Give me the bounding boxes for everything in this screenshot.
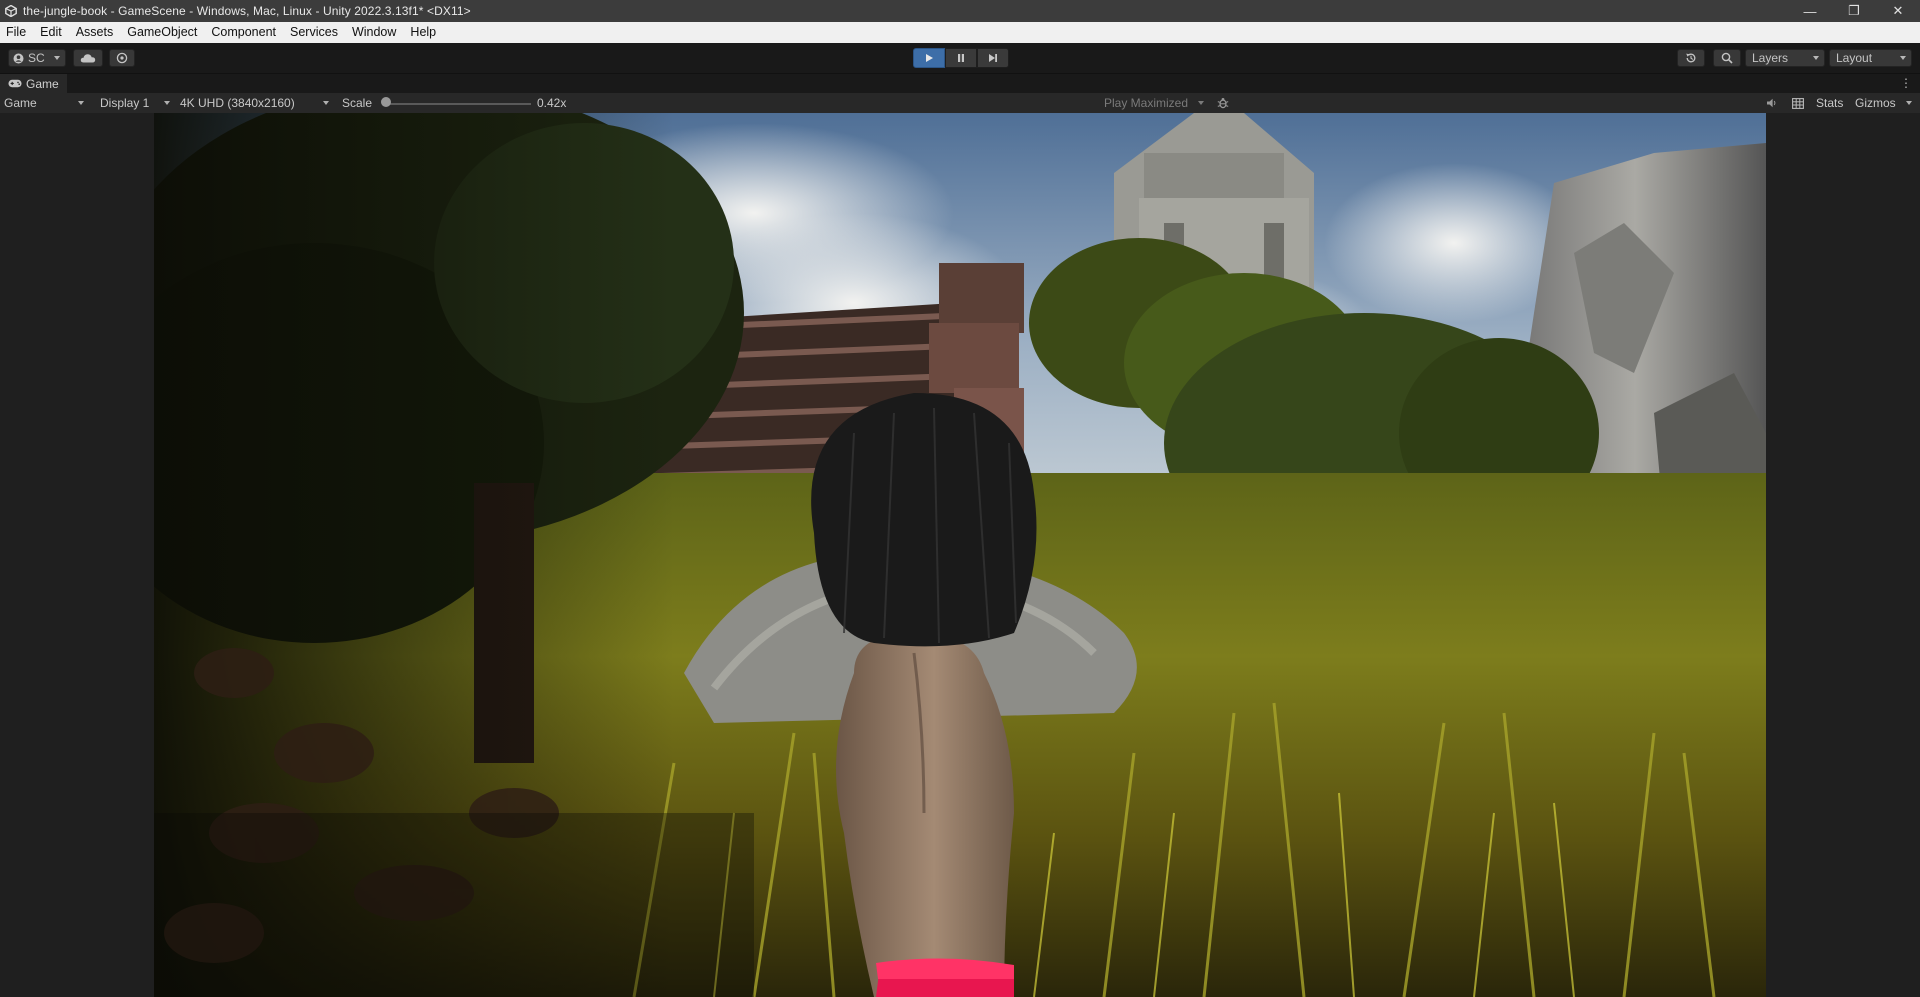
menu-window[interactable]: Window bbox=[345, 22, 403, 43]
step-icon bbox=[989, 54, 997, 62]
menu-bar: File Edit Assets GameObject Component Se… bbox=[0, 22, 1920, 43]
pause-icon bbox=[958, 54, 964, 62]
menu-help[interactable]: Help bbox=[403, 22, 443, 43]
menu-file[interactable]: File bbox=[0, 22, 33, 43]
resolution-dropdown[interactable]: 4K UHD (3840x2160) bbox=[180, 93, 295, 113]
view-mode-dropdown[interactable]: Game bbox=[4, 93, 37, 113]
search-button[interactable] bbox=[1713, 49, 1741, 67]
menu-edit[interactable]: Edit bbox=[33, 22, 69, 43]
window-title: the-jungle-book - GameScene - Windows, M… bbox=[23, 4, 471, 18]
layers-label: Layers bbox=[1752, 51, 1789, 65]
playmode-controls bbox=[913, 48, 1009, 68]
search-icon bbox=[1721, 52, 1733, 64]
tab-game-label: Game bbox=[26, 76, 59, 91]
maximize-button[interactable]: ❐ bbox=[1832, 0, 1876, 22]
chevron-down-icon bbox=[1198, 101, 1204, 105]
layout-dropdown[interactable]: Layout bbox=[1829, 49, 1912, 67]
display-dropdown[interactable]: Display 1 bbox=[100, 93, 149, 113]
chevron-down-icon bbox=[54, 56, 60, 60]
main-toolbar: SC Layers Layout bbox=[0, 43, 1920, 74]
account-dropdown[interactable]: SC bbox=[8, 49, 66, 67]
bug-icon bbox=[1217, 98, 1229, 109]
gizmos-dropdown[interactable]: Gizmos bbox=[1855, 93, 1896, 113]
stats-button[interactable]: Stats bbox=[1816, 93, 1843, 113]
scale-label: Scale bbox=[342, 96, 373, 110]
minimize-icon: — bbox=[1803, 3, 1817, 19]
step-button[interactable] bbox=[977, 48, 1009, 68]
more-options-icon[interactable]: ⋮ bbox=[1900, 76, 1912, 90]
scale-slider-track[interactable] bbox=[386, 103, 531, 105]
close-icon: ✕ bbox=[1892, 3, 1904, 18]
dock-tab-bar: Game ⋮ bbox=[0, 74, 1920, 93]
collab-icon bbox=[116, 52, 128, 64]
collab-button[interactable] bbox=[109, 49, 135, 67]
play-icon bbox=[926, 54, 933, 62]
scale-slider-handle[interactable] bbox=[381, 97, 391, 107]
game-view-toolbar: Game Display 1 4K UHD (3840x2160) Scale … bbox=[0, 93, 1920, 114]
game-render[interactable] bbox=[154, 113, 1766, 997]
chevron-down-icon bbox=[1900, 56, 1906, 60]
cloud-button[interactable] bbox=[73, 49, 103, 67]
history-icon bbox=[1686, 53, 1696, 63]
scale-value: 0.42x bbox=[537, 96, 567, 110]
tab-game[interactable]: Game bbox=[0, 74, 67, 93]
grid-icon bbox=[1792, 97, 1804, 109]
game-view-panel bbox=[0, 113, 1920, 997]
menu-gameobject[interactable]: GameObject bbox=[120, 22, 204, 43]
play-maximized-dropdown[interactable]: Play Maximized bbox=[1104, 93, 1188, 113]
account-icon bbox=[13, 53, 24, 63]
restore-icon: ❐ bbox=[1848, 3, 1860, 18]
unity-logo-icon bbox=[5, 5, 17, 17]
cloud-icon bbox=[80, 54, 96, 63]
menu-assets[interactable]: Assets bbox=[69, 22, 121, 43]
chevron-down-icon bbox=[1906, 101, 1912, 105]
menu-services[interactable]: Services bbox=[283, 22, 345, 43]
chevron-down-icon bbox=[164, 101, 170, 105]
menu-component[interactable]: Component bbox=[204, 22, 283, 43]
pause-button[interactable] bbox=[945, 48, 977, 68]
close-button[interactable]: ✕ bbox=[1876, 0, 1920, 22]
chevron-down-icon bbox=[323, 101, 329, 105]
chevron-down-icon bbox=[1813, 56, 1819, 60]
layers-dropdown[interactable]: Layers bbox=[1745, 49, 1825, 67]
chevron-down-icon bbox=[78, 101, 84, 105]
speaker-icon bbox=[1767, 98, 1776, 108]
audio-mute-button[interactable] bbox=[1763, 95, 1781, 111]
grid-button[interactable] bbox=[1789, 95, 1807, 111]
jungle-scene-image bbox=[154, 113, 1766, 997]
window-title-bar: the-jungle-book - GameScene - Windows, M… bbox=[0, 0, 1920, 22]
gamepad-icon bbox=[8, 79, 22, 88]
play-button[interactable] bbox=[913, 48, 945, 68]
frame-debugger-button[interactable] bbox=[1214, 95, 1232, 111]
window-controls: — ❐ ✕ bbox=[1788, 0, 1920, 22]
undo-history-button[interactable] bbox=[1677, 49, 1705, 67]
layout-label: Layout bbox=[1836, 51, 1873, 65]
minimize-button[interactable]: — bbox=[1788, 0, 1832, 22]
account-label: SC bbox=[28, 51, 45, 65]
